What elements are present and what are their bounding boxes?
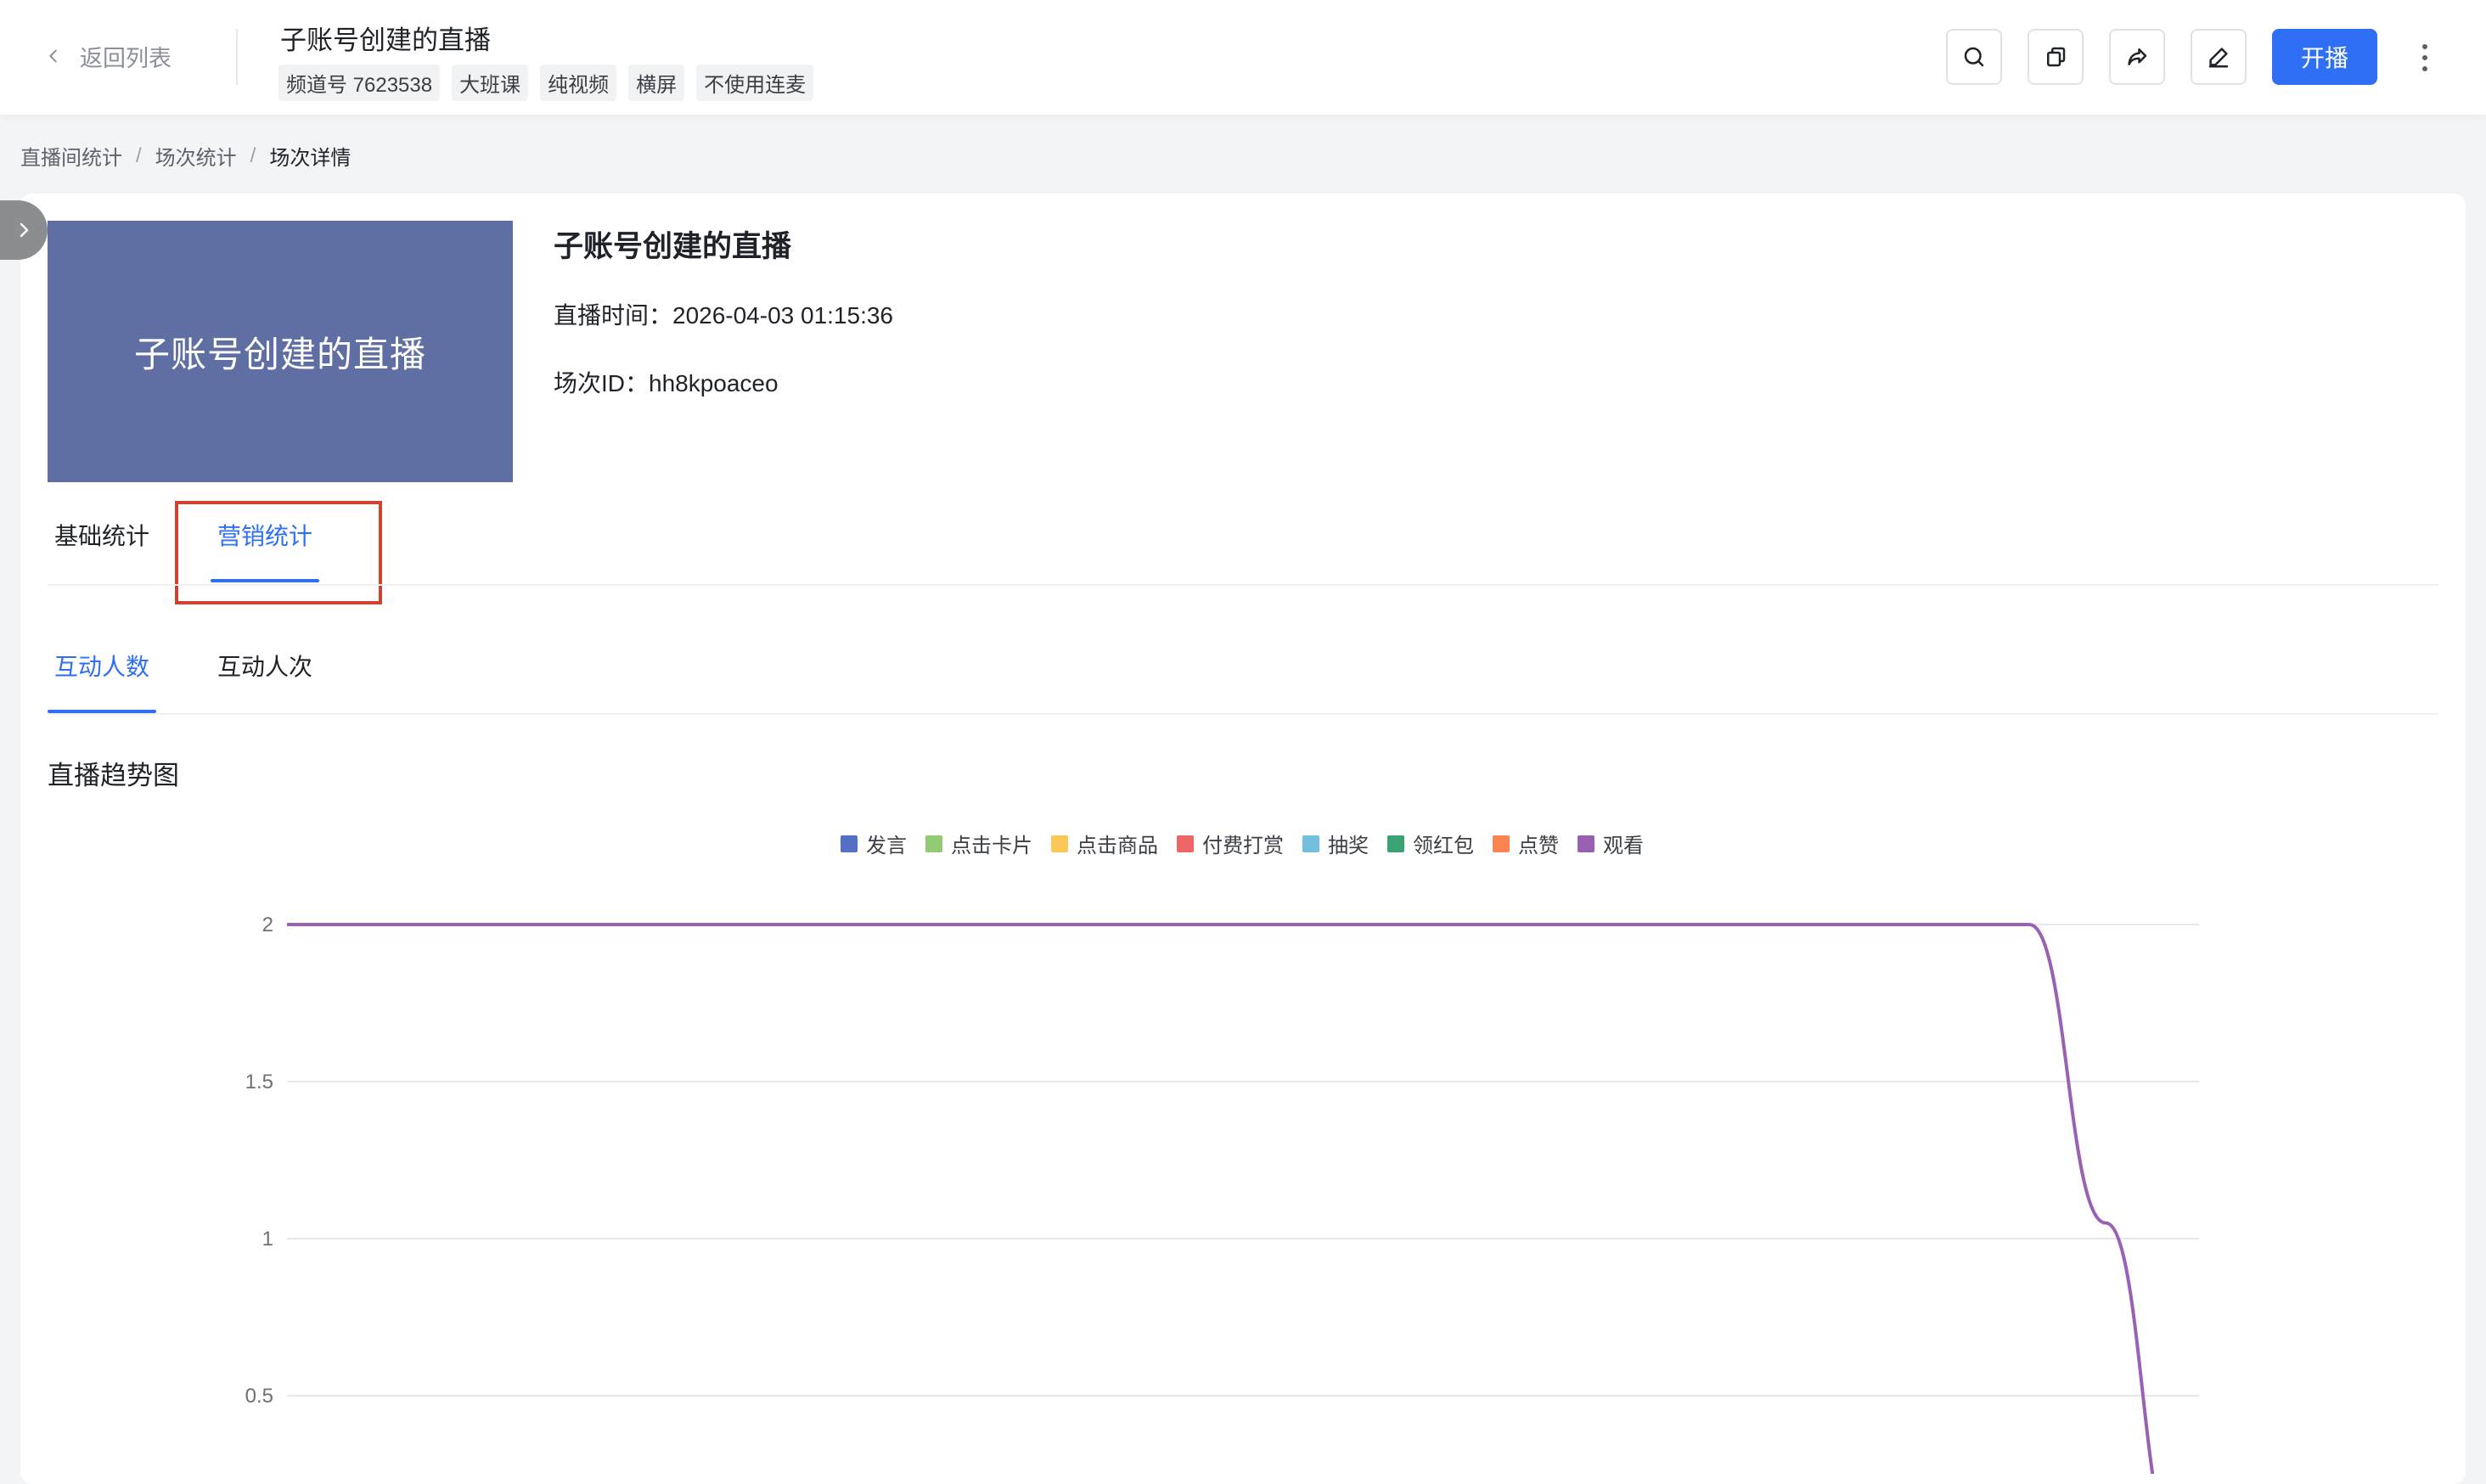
tag-channel-number: 频道号 7623538 — [278, 65, 441, 101]
room-title: 子账号创建的直播 — [280, 25, 491, 55]
subtab-interaction-times[interactable]: 互动人次 — [217, 649, 312, 683]
legend-item-card-click[interactable]: 点击卡片 — [925, 829, 1032, 858]
active-tab-indicator — [211, 579, 319, 582]
legend-swatch — [925, 835, 942, 852]
live-cover-image: 子账号创建的直播 — [48, 221, 513, 482]
edit-button[interactable] — [2191, 29, 2247, 85]
chevron-left-icon — [49, 49, 57, 63]
breadcrumb: 直播间统计 / 场次统计 / 场次详情 — [20, 141, 351, 171]
breadcrumb-session-stats[interactable]: 场次统计 — [155, 141, 237, 171]
copy-button[interactable] — [2028, 29, 2084, 85]
chart-legend: 发言 点击卡片 点击商品 付费打赏 抽奖 领红包 点赞 观看 — [841, 829, 1644, 858]
tab-basic-stats[interactable]: 基础统计 — [54, 518, 149, 552]
back-to-list-button[interactable]: 返回列表 — [44, 39, 172, 73]
legend-label: 点赞 — [1518, 835, 1559, 857]
legend-label: 发言 — [866, 835, 907, 857]
legend-label: 抽奖 — [1328, 835, 1369, 857]
more-dot-icon — [2422, 44, 2427, 49]
subtab-interaction-people[interactable]: 互动人数 — [54, 649, 149, 683]
tabs-divider — [48, 584, 2438, 586]
legend-swatch — [1302, 835, 1319, 852]
legend-label: 领红包 — [1413, 835, 1474, 857]
chevron-right-icon — [20, 222, 29, 238]
legend-item-lottery[interactable]: 抽奖 — [1302, 829, 1369, 858]
legend-label: 点击卡片 — [951, 835, 1032, 857]
legend-item-watch[interactable]: 观看 — [1578, 829, 1644, 858]
tag-video-mode: 纯视频 — [540, 65, 617, 101]
start-live-button[interactable]: 开播 — [2272, 29, 2377, 85]
breadcrumb-separator: / — [136, 143, 142, 167]
legend-item-red-packet[interactable]: 领红包 — [1387, 829, 1474, 858]
legend-swatch — [1493, 835, 1510, 852]
copy-icon — [2047, 47, 2066, 67]
legend-swatch — [1578, 835, 1595, 852]
legend-label: 点击商品 — [1077, 835, 1158, 857]
pencil-icon — [2208, 48, 2229, 68]
share-icon — [2128, 48, 2147, 65]
tag-orientation: 横屏 — [628, 65, 685, 101]
legend-swatch — [1051, 835, 1068, 852]
share-button[interactable] — [2109, 29, 2165, 85]
trend-chart-title: 直播趋势图 — [48, 761, 179, 790]
legend-item-like[interactable]: 点赞 — [1493, 829, 1559, 858]
more-options-button[interactable] — [2408, 37, 2442, 78]
header-divider — [236, 29, 238, 85]
search-icon — [1964, 47, 1984, 67]
legend-item-tip[interactable]: 付费打赏 — [1177, 829, 1284, 858]
more-dot-icon — [2422, 55, 2427, 60]
legend-label: 付费打赏 — [1202, 835, 1284, 857]
legend-label: 观看 — [1603, 835, 1644, 857]
tag-mic-link: 不使用连麦 — [696, 65, 814, 101]
room-tags: 频道号 7623538 大班课 纯视频 横屏 不使用连麦 — [278, 65, 814, 101]
live-name: 子账号创建的直播 — [554, 230, 792, 263]
breadcrumb-session-detail: 场次详情 — [269, 147, 352, 170]
top-header: 返回列表 子账号创建的直播 频道号 7623538 大班课 纯视频 横屏 不使用… — [0, 0, 2486, 115]
tab-marketing-stats[interactable]: 营销统计 — [217, 518, 312, 552]
subtabs-divider — [48, 713, 2438, 715]
legend-swatch — [1177, 835, 1194, 852]
breadcrumb-separator: / — [250, 143, 256, 167]
legend-item-speak[interactable]: 发言 — [841, 829, 907, 858]
more-dot-icon — [2422, 66, 2427, 71]
legend-swatch — [1387, 835, 1404, 852]
back-label: 返回列表 — [80, 45, 172, 71]
search-button[interactable] — [1946, 29, 2002, 85]
tag-class-type: 大班课 — [452, 65, 529, 101]
legend-swatch — [841, 835, 858, 852]
breadcrumb-room-stats[interactable]: 直播间统计 — [20, 141, 122, 171]
live-time: 直播时间：2026-04-03 01:15:36 — [554, 302, 893, 329]
legend-item-product-click[interactable]: 点击商品 — [1051, 829, 1158, 858]
session-id: 场次ID：hh8kpoaceo — [554, 370, 779, 396]
